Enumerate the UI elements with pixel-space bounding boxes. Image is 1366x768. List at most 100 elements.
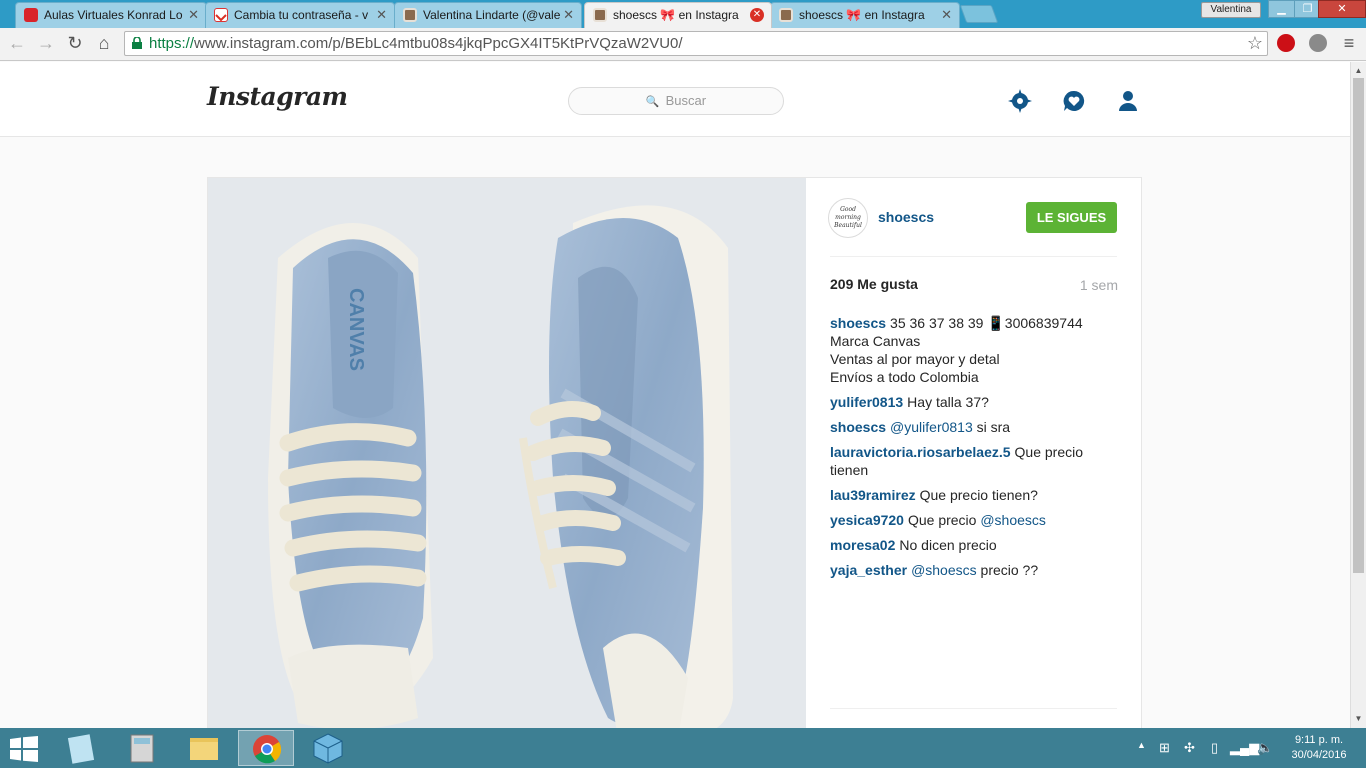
- tray-volume-icon[interactable]: 🔈: [1257, 740, 1273, 756]
- url-scheme: https://: [149, 35, 195, 52]
- activity-heart-icon[interactable]: [1061, 88, 1087, 114]
- instagram-icon: [403, 8, 417, 22]
- taskbar-clock[interactable]: 9:11 p. m. 30/04/2016: [1282, 733, 1356, 763]
- comment-text: Hay talla 37?: [907, 394, 989, 410]
- comment-username[interactable]: yulifer0813: [830, 394, 903, 410]
- back-arrow-icon[interactable]: ←: [6, 32, 28, 54]
- browser-tabstrip: Aulas Virtuales Konrad Lo ✕ Cambia tu co…: [0, 0, 1366, 28]
- window-close-button[interactable]: ✕: [1318, 0, 1366, 18]
- taskbar-file-explorer-icon[interactable]: [176, 730, 232, 766]
- lock-icon: [132, 37, 142, 49]
- post-timestamp[interactable]: 1 sem: [1080, 277, 1118, 293]
- tab-title: Valentina Lindarte (@vale: [423, 8, 561, 22]
- tray-network-icon[interactable]: ▂▄▆: [1230, 740, 1259, 756]
- tab-gmail[interactable]: Cambia tu contraseña - v ✕: [205, 2, 395, 28]
- taskbar-chrome-icon[interactable]: [238, 730, 294, 766]
- shoe-brand-text: CANVAS: [345, 288, 367, 371]
- bookmark-star-icon[interactable]: ☆: [1247, 32, 1263, 55]
- new-tab-button[interactable]: [959, 5, 999, 23]
- following-button[interactable]: LE SIGUES: [1026, 202, 1117, 233]
- comment-item: yesica9720 Que precio @shoescs: [830, 511, 1120, 529]
- close-icon[interactable]: ✕: [941, 3, 952, 27]
- tray-device-icon[interactable]: ▯: [1211, 740, 1218, 756]
- home-icon[interactable]: ⌂: [93, 32, 115, 54]
- maximize-button[interactable]: ❐: [1294, 0, 1321, 18]
- close-icon[interactable]: ✕: [563, 3, 574, 27]
- tab-valentina-instagram[interactable]: Valentina Lindarte (@vale ✕: [394, 2, 582, 28]
- gmail-icon: [214, 8, 228, 22]
- clock-time: 9:11 p. m.: [1294, 734, 1344, 746]
- skype-extension-icon[interactable]: [1309, 34, 1327, 52]
- scrollbar-thumb[interactable]: [1353, 78, 1364, 573]
- post-sidebar: Good morning Beautiful shoescs LE SIGUES…: [806, 178, 1142, 738]
- comment-username[interactable]: shoescs: [830, 419, 886, 435]
- tab-title: Aulas Virtuales Konrad Lo: [44, 8, 183, 22]
- taskbar-virtualbox-icon[interactable]: [300, 730, 356, 766]
- comment-item: lau39ramirez Que precio tienen?: [830, 486, 1120, 504]
- taskbar-notes-app[interactable]: [54, 730, 110, 766]
- divider: [830, 256, 1117, 257]
- profile-badge[interactable]: Valentina: [1201, 2, 1261, 18]
- instagram-icon: [779, 8, 793, 22]
- profile-icon[interactable]: [1115, 88, 1141, 114]
- comment-mention[interactable]: @yulifer0813: [890, 419, 973, 435]
- caption-username[interactable]: shoescs: [830, 315, 886, 331]
- comment-username[interactable]: lau39ramirez: [830, 487, 916, 503]
- tab-aulas-virtuales[interactable]: Aulas Virtuales Konrad Lo ✕: [15, 2, 207, 28]
- avatar[interactable]: Good morning Beautiful: [828, 198, 868, 238]
- tab-shoescs[interactable]: shoescs 🎀 en Instagra ✕: [770, 2, 960, 28]
- reload-icon[interactable]: ↻: [64, 32, 86, 54]
- minimize-button[interactable]: ▁: [1268, 0, 1295, 18]
- comment-text: si sra: [972, 419, 1011, 435]
- caption-line: Marca Canvas: [830, 333, 921, 349]
- comment-mention[interactable]: @shoescs: [980, 512, 1046, 528]
- post-owner-username[interactable]: shoescs: [878, 209, 934, 225]
- comment-item: moresa02 No dicen precio: [830, 536, 1120, 554]
- comment-username[interactable]: yaja_esther: [830, 562, 907, 578]
- close-icon[interactable]: ✕: [188, 3, 199, 27]
- clock-date: 30/04/2016: [1291, 749, 1347, 761]
- scroll-up-arrow-icon[interactable]: ▲: [1351, 63, 1366, 78]
- taskbar-calculator-icon[interactable]: [114, 730, 170, 766]
- search-placeholder: Buscar: [665, 93, 707, 108]
- caption: shoescs 35 36 37 38 39 📱3006839744 Marca …: [830, 314, 1120, 386]
- comment-item: yulifer0813 Hay talla 37?: [830, 393, 1120, 411]
- chrome-menu-icon[interactable]: ≡: [1338, 32, 1360, 54]
- comment-username[interactable]: moresa02: [830, 537, 895, 553]
- likes-count[interactable]: 209 Me gusta: [830, 276, 918, 292]
- tab-shoescs-active[interactable]: shoescs 🎀 en Instagra ✕: [584, 2, 772, 28]
- tray-action-center-icon[interactable]: ⊞: [1159, 740, 1170, 756]
- divider: [830, 708, 1117, 709]
- post-photo[interactable]: CANVAS: [208, 178, 806, 738]
- moodle-icon: [24, 8, 38, 22]
- windows-start-icon[interactable]: [10, 736, 38, 762]
- comment-item: lauravictoria.riosarbelaez.5 Que precio t…: [830, 443, 1120, 479]
- tray-expand-icon[interactable]: ▲: [1137, 740, 1146, 750]
- caption-line: Ventas al por mayor y detal: [830, 351, 1000, 367]
- browser-toolbar: ← → ↻ ⌂ https://www.instagram.com/p/BEbL…: [0, 28, 1366, 61]
- windows-taskbar: ▲ ⊞ ✣ ▯ ▂▄▆ 🔈 9:11 p. m. 30/04/2016: [0, 728, 1366, 768]
- search-input[interactable]: 🔍 Buscar: [568, 87, 784, 115]
- comment-mention[interactable]: @shoescs: [911, 562, 977, 578]
- explore-compass-icon[interactable]: [1007, 88, 1033, 114]
- comment-text: Que precio: [907, 512, 981, 528]
- tab-title: shoescs 🎀 en Instagra: [799, 8, 925, 22]
- comment-username[interactable]: yesica9720: [830, 512, 904, 528]
- instagram-logo[interactable]: Instagram: [207, 82, 348, 111]
- scroll-down-arrow-icon[interactable]: ▼: [1351, 711, 1366, 726]
- address-bar[interactable]: https://www.instagram.com/p/BEbLc4mtbu08…: [124, 31, 1268, 56]
- close-icon[interactable]: ✕: [750, 8, 764, 22]
- forward-arrow-icon[interactable]: →: [35, 32, 57, 54]
- comment-text: Que precio tienen?: [919, 487, 1038, 503]
- tab-title: Cambia tu contraseña - v: [234, 8, 369, 22]
- comment-item: yaja_esther @shoescs precio ??: [830, 561, 1120, 579]
- opera-extension-icon[interactable]: [1277, 34, 1295, 52]
- comment-list: shoescs 35 36 37 38 39 📱3006839744 Marca …: [830, 314, 1120, 586]
- comment-username[interactable]: lauravictoria.riosarbelaez.5: [830, 444, 1011, 460]
- comment-item: shoescs @yulifer0813 si sra: [830, 418, 1120, 436]
- post-card: CANVAS Good morning Beautiful shoescs LE…: [207, 177, 1142, 738]
- sneakers-image: CANVAS: [208, 178, 806, 738]
- tray-dropbox-icon[interactable]: ✣: [1184, 740, 1195, 756]
- search-icon: 🔍: [645, 96, 660, 108]
- close-icon[interactable]: ✕: [376, 3, 387, 27]
